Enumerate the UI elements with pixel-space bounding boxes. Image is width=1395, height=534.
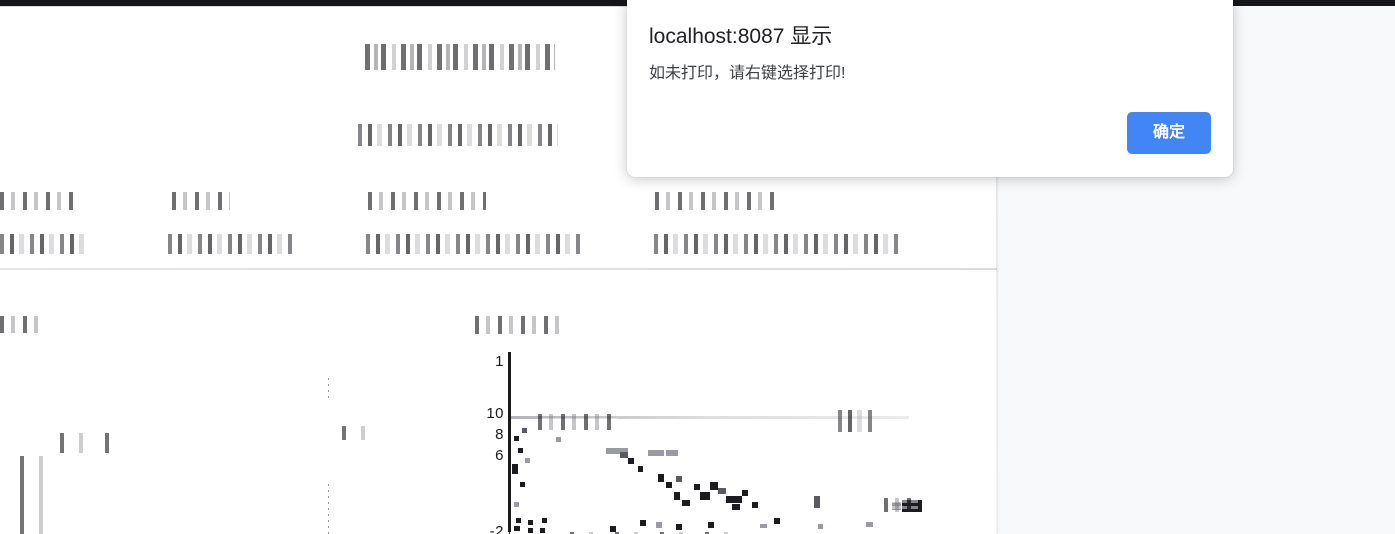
data-point [528, 528, 533, 533]
y-tick-label [499, 382, 504, 397]
data-point [556, 437, 561, 442]
data-point [674, 492, 680, 500]
y-tick-label: 8 [495, 426, 504, 443]
data-point [512, 464, 518, 474]
data-point [514, 502, 519, 507]
data-point [656, 522, 662, 528]
document-heading-secondary [358, 124, 558, 146]
data-point [520, 482, 525, 487]
data-point [682, 500, 690, 506]
data-point [528, 520, 533, 525]
data-point [866, 522, 873, 527]
y-tick-label: 10 [486, 405, 504, 422]
data-point [814, 496, 820, 508]
data-point [774, 518, 780, 524]
data-point [676, 524, 682, 530]
data-point [648, 450, 664, 456]
y-tick-label: 1 [495, 353, 504, 370]
data-point [818, 524, 823, 529]
data-point [516, 518, 521, 523]
y-tick-label: 6 [495, 447, 504, 464]
data-point [542, 518, 547, 523]
dialog-message-text: 如未打印，请右键选择打印! [649, 65, 846, 82]
data-point [726, 496, 742, 503]
data-point [666, 450, 678, 456]
data-point [676, 476, 682, 482]
data-point [540, 528, 545, 533]
page-section-divider [0, 268, 997, 270]
dialog-origin-title: localhost:8087 显示 [649, 25, 833, 48]
chart-series-label-left [538, 414, 618, 430]
data-point [760, 524, 767, 528]
left-column-text-2 [20, 456, 46, 534]
data-point [752, 502, 758, 508]
chart-series-label-right [838, 410, 876, 432]
column-divider-dotted-bottom [328, 481, 329, 534]
data-point [700, 492, 710, 500]
data-point [718, 488, 726, 494]
data-point [658, 474, 664, 482]
data-point [742, 490, 748, 496]
chart-title [475, 316, 563, 334]
data-point [514, 526, 520, 531]
column-divider-dotted-top [328, 376, 329, 398]
info-row-1-cell-3 [368, 192, 486, 210]
left-column-label [0, 316, 46, 333]
javascript-alert-dialog: localhost:8087 显示 如未打印，请右键选择打印! 确定 [627, 0, 1233, 177]
data-point [620, 452, 628, 458]
left-column-text-3 [342, 426, 380, 440]
confirm-button[interactable]: 确定 [1127, 112, 1211, 154]
data-point [666, 482, 672, 488]
browser-viewport: 1 10 8 6 -2 localhost:8087 显示 如未打印，请右键选择… [0, 0, 1395, 534]
dialog-action-bar: 确定 [1127, 112, 1211, 154]
left-column-text-1 [60, 433, 120, 453]
chart-y-axis [508, 352, 511, 532]
chart-y-axis-ticks: 1 10 8 6 -2 [470, 346, 504, 534]
data-point [628, 458, 634, 464]
data-point [518, 448, 523, 453]
y-tick-label: -2 [489, 523, 504, 534]
data-point [525, 458, 530, 463]
document-heading-primary [365, 44, 555, 70]
data-point [514, 436, 519, 441]
data-point [638, 466, 643, 472]
info-row-2-cell-1 [0, 234, 84, 254]
info-row-2-cell-3 [366, 234, 584, 254]
data-point [732, 504, 740, 510]
data-point [640, 520, 646, 526]
chart-side-note [884, 498, 918, 512]
data-point [708, 522, 714, 528]
info-row-1-cell-4 [655, 192, 781, 210]
info-row-2-cell-4 [654, 234, 898, 254]
data-point [522, 428, 527, 433]
data-point [694, 484, 700, 490]
info-row-1-cell-2 [172, 192, 230, 210]
data-point [710, 482, 718, 490]
chart-panel: 1 10 8 6 -2 [470, 306, 922, 534]
info-row-2-cell-2 [168, 234, 296, 254]
info-row-1-cell-1 [0, 192, 78, 210]
